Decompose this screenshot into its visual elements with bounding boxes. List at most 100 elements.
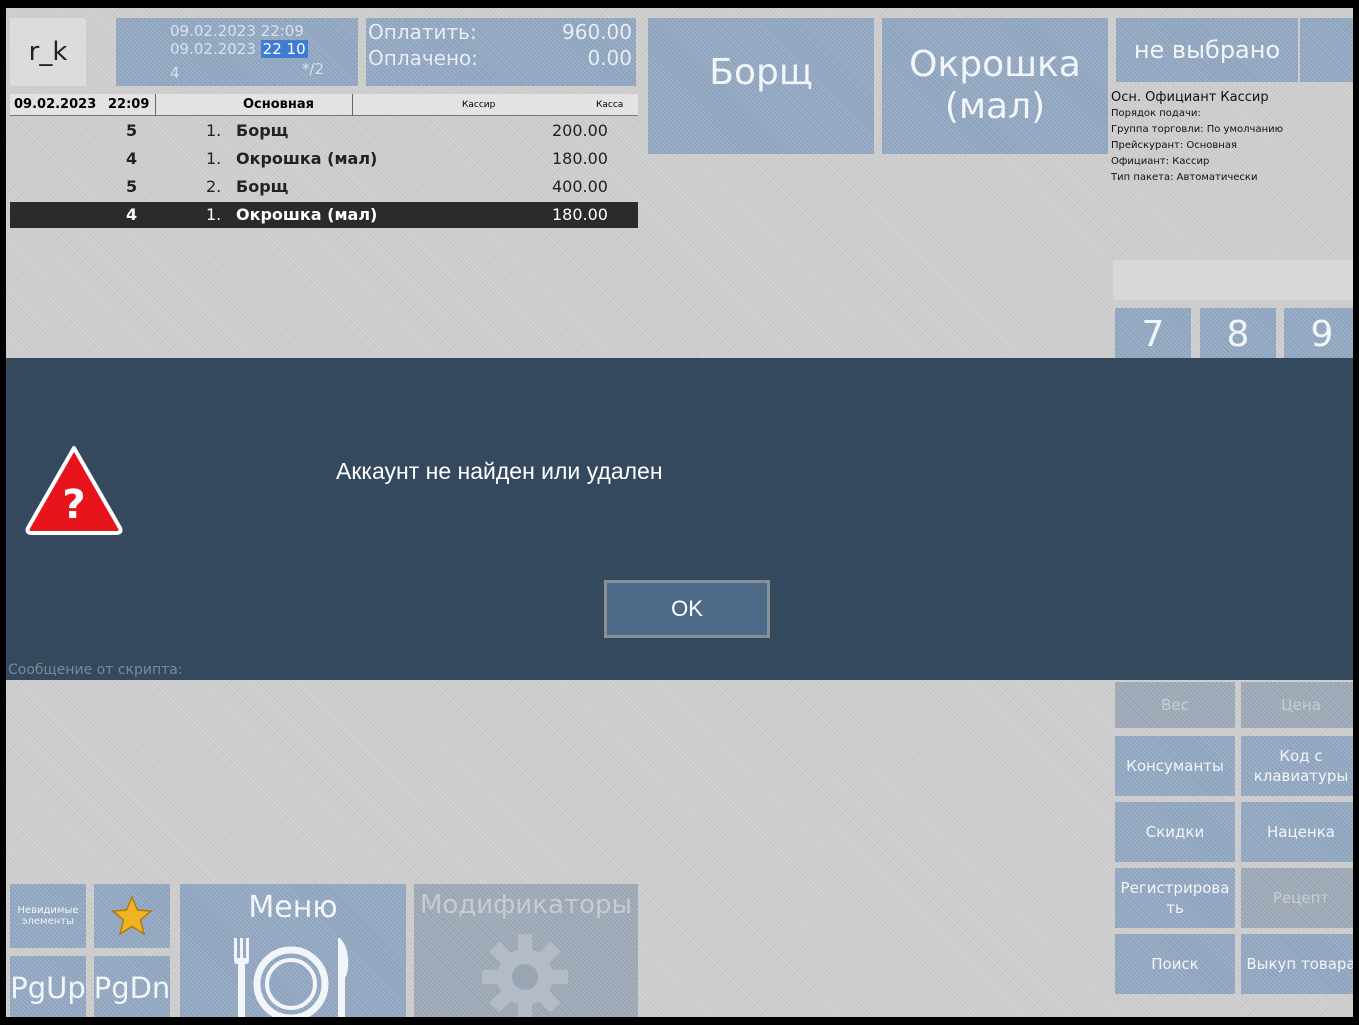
dish-label: Борщ bbox=[709, 51, 813, 93]
register-button[interactable]: Регистрировать bbox=[1115, 868, 1235, 928]
trade-group: Группа торговли: По умолчанию bbox=[1111, 124, 1284, 135]
consumers-label: Консуманты bbox=[1126, 757, 1224, 775]
row-dish-name: Окрошка (мал) bbox=[236, 149, 378, 168]
page-up-label: PgUp bbox=[10, 971, 86, 1005]
payment-panel: Оплатить: 960.00 Оплачено: 0.00 bbox=[366, 18, 636, 86]
favorites-button[interactable] bbox=[94, 884, 170, 948]
order-info-panel[interactable]: 09.02.2023 22:09 09.02.2023 22 10 4 */2 bbox=[116, 18, 358, 86]
dish-button-borscht[interactable]: Борщ bbox=[648, 18, 874, 154]
weight-button[interactable]: Вес bbox=[1115, 682, 1235, 728]
pay-label: Оплатить: bbox=[368, 20, 477, 44]
dish-button-okroshka[interactable]: Окрошка (мал) bbox=[882, 18, 1108, 154]
search-button[interactable]: Поиск bbox=[1115, 934, 1235, 994]
row-seat: 5 bbox=[126, 177, 138, 196]
row-dish-name: Окрошка (мал) bbox=[236, 205, 378, 224]
header-divider bbox=[155, 94, 156, 116]
row-seat: 5 bbox=[126, 121, 138, 140]
app-logo: r_k bbox=[10, 18, 86, 86]
row-price: 200.00 bbox=[552, 121, 608, 140]
page-down-label: PgDn bbox=[93, 971, 171, 1005]
row-seat: 4 bbox=[126, 149, 138, 168]
dialog-message: Аккаунт не найден или удален bbox=[336, 458, 663, 484]
star-icon bbox=[111, 895, 153, 936]
row-number: 1. bbox=[206, 121, 222, 140]
search-label: Поиск bbox=[1151, 955, 1199, 973]
row-dish-name: Борщ bbox=[236, 177, 289, 196]
modifiers-button[interactable]: Модификаторы bbox=[414, 884, 638, 1022]
key-label: 7 bbox=[1141, 313, 1165, 355]
row-number: 1. bbox=[206, 149, 222, 168]
paid-label: Оплачено: bbox=[368, 46, 479, 70]
order-row-selected[interactable]: 4 1. Окрошка (мал) 180.00 bbox=[10, 202, 638, 228]
recipe-label: Рецепт bbox=[1272, 889, 1330, 907]
warning-question-icon: ? bbox=[25, 446, 123, 535]
invisible-elements-label: Невидимые элементы bbox=[17, 905, 79, 927]
message-dialog: ? Аккаунт не найден или удален OK bbox=[0, 358, 1359, 680]
row-price: 180.00 bbox=[552, 149, 608, 168]
script-message-label: Сообщение от скрипта: bbox=[8, 662, 183, 678]
paid-value: 0.00 bbox=[587, 46, 632, 70]
order-row[interactable]: 4 1. Окрошка (мал) 180.00 bbox=[10, 146, 638, 172]
pay-value: 960.00 bbox=[562, 20, 632, 44]
keyboard-code-button[interactable]: Код с клавиатуры bbox=[1241, 736, 1359, 796]
price-label: Цена bbox=[1281, 696, 1321, 714]
order-details: Осн. Официант Кассир Порядок подачи: Гру… bbox=[1111, 90, 1351, 186]
discounts-label: Скидки bbox=[1145, 823, 1205, 841]
row-number: 2. bbox=[206, 177, 222, 196]
dish-label-line2: (мал) bbox=[944, 86, 1046, 127]
waiter-select-button[interactable]: не выбрано bbox=[1116, 18, 1298, 82]
keypad-8[interactable]: 8 bbox=[1200, 308, 1276, 360]
waiter-side-button[interactable] bbox=[1300, 18, 1359, 82]
keyboard-code-label: Код с клавиатуры bbox=[1253, 747, 1349, 785]
ok-button[interactable]: OK bbox=[604, 580, 770, 638]
page-up-button[interactable]: PgUp bbox=[10, 956, 86, 1020]
page-down-button[interactable]: PgDn bbox=[94, 956, 170, 1020]
order-close-day: 09.02.2023 bbox=[170, 40, 256, 58]
order-table-header: 09.02.2023 22:09 Основная Кассир Касса bbox=[10, 94, 638, 116]
menu-button[interactable]: Меню bbox=[180, 884, 406, 1022]
register-label: Регистрировать bbox=[1120, 879, 1230, 917]
consumers-button[interactable]: Консуманты bbox=[1115, 736, 1235, 796]
ok-label: OK bbox=[671, 596, 703, 621]
order-open-date: 09.02.2023 22:09 bbox=[170, 22, 304, 40]
modifiers-label: Модификаторы bbox=[419, 890, 633, 920]
price-button[interactable]: Цена bbox=[1241, 682, 1359, 728]
row-price: 400.00 bbox=[552, 177, 608, 196]
row-dish-name: Борщ bbox=[236, 121, 289, 140]
quantity-input[interactable] bbox=[1113, 260, 1359, 300]
order-fraction: */2 bbox=[301, 60, 324, 78]
menu-label: Меню bbox=[248, 890, 338, 925]
keypad-9[interactable]: 9 bbox=[1284, 308, 1359, 360]
gear-icon bbox=[482, 934, 568, 1020]
plate-icon bbox=[234, 938, 349, 1020]
markup-button[interactable]: Наценка bbox=[1241, 802, 1359, 862]
key-label: 9 bbox=[1310, 313, 1334, 355]
main-waiter: Осн. Официант Кассир bbox=[1111, 90, 1269, 105]
order-close-time: 22 10 bbox=[260, 40, 308, 58]
row-price: 180.00 bbox=[552, 205, 608, 224]
invisible-elements-button[interactable]: Невидимые элементы bbox=[10, 884, 86, 948]
recipe-button[interactable]: Рецепт bbox=[1241, 868, 1359, 928]
serving-order: Порядок подачи: bbox=[1111, 108, 1201, 119]
svg-text:?: ? bbox=[62, 482, 85, 528]
waiter-select-label: не выбрано bbox=[1133, 36, 1281, 64]
dish-label: Окрошка bbox=[909, 44, 1081, 85]
header-waiter: Кассир bbox=[462, 100, 496, 110]
header-register: Касса bbox=[596, 100, 624, 110]
row-number: 1. bbox=[206, 205, 222, 224]
header-divider bbox=[352, 94, 353, 116]
price-list: Прейскурант: Основная bbox=[1111, 140, 1237, 151]
package-type: Тип пакета: Автоматически bbox=[1111, 172, 1258, 183]
markup-label: Наценка bbox=[1267, 823, 1335, 841]
discounts-button[interactable]: Скидки bbox=[1115, 802, 1235, 862]
weight-label: Вес bbox=[1161, 696, 1189, 714]
buyback-label: Выкуп товара bbox=[1246, 955, 1356, 973]
buyback-button[interactable]: Выкуп товара bbox=[1241, 934, 1359, 994]
row-seat: 4 bbox=[126, 205, 138, 224]
waiter-name: Официант: Кассир bbox=[1111, 156, 1210, 167]
header-date: 09.02.2023 bbox=[14, 97, 97, 112]
keypad-7[interactable]: 7 bbox=[1115, 308, 1191, 360]
guest-count: 4 bbox=[170, 64, 180, 82]
order-row[interactable]: 5 1. Борщ 200.00 bbox=[10, 118, 638, 144]
order-row[interactable]: 5 2. Борщ 400.00 bbox=[10, 174, 638, 200]
